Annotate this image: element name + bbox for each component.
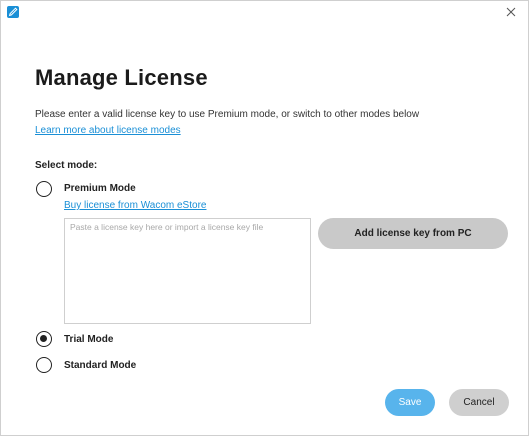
close-icon[interactable] bbox=[504, 5, 518, 19]
add-license-key-button[interactable]: Add license key from PC bbox=[318, 218, 508, 249]
select-mode-label: Select mode: bbox=[35, 160, 98, 171]
save-button[interactable]: Save bbox=[385, 389, 435, 416]
cancel-button[interactable]: Cancel bbox=[449, 389, 509, 416]
description-text: Please enter a valid license key to use … bbox=[35, 109, 420, 120]
page-title: Manage License bbox=[35, 65, 208, 90]
buy-license-link[interactable]: Buy license from Wacom eStore bbox=[64, 200, 206, 211]
standard-mode-radio[interactable] bbox=[36, 357, 52, 373]
pen-icon bbox=[7, 6, 19, 18]
learn-more-link[interactable]: Learn more about license modes bbox=[35, 125, 181, 136]
trial-mode-label[interactable]: Trial Mode bbox=[64, 334, 113, 345]
premium-mode-label[interactable]: Premium Mode bbox=[64, 183, 136, 194]
manage-license-dialog: Manage License Please enter a valid lice… bbox=[0, 0, 529, 436]
premium-mode-radio[interactable] bbox=[36, 181, 52, 197]
trial-mode-radio[interactable] bbox=[36, 331, 52, 347]
standard-mode-label[interactable]: Standard Mode bbox=[64, 360, 136, 371]
license-key-input[interactable] bbox=[64, 218, 311, 324]
